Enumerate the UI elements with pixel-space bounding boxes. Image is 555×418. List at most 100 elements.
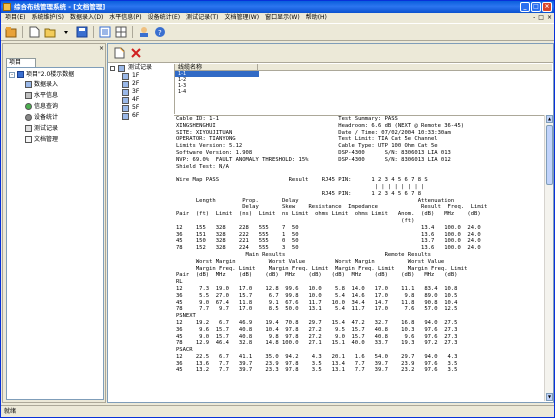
status-bar: 就绪 [1, 405, 554, 417]
document-window: 测试记录 1F 2F 3F 4F 5F 6F 线缆名称 1-1 1-2 1-3 … [107, 43, 554, 403]
maximize-button[interactable]: □ [531, 2, 541, 12]
floor-item[interactable]: 3F [110, 88, 173, 96]
report-line: 45 13.2 7.7 39.7 23.3 97.8 3.5 13.1 7.7 … [176, 367, 458, 374]
report-line: 36 9.6 15.7 40.8 10.4 97.8 27.2 9.5 15.7… [176, 326, 458, 333]
expand-icon[interactable] [110, 65, 115, 71]
list-view-icon[interactable] [98, 25, 112, 39]
report-line: 12 19.2 6.7 46.9 19.4 70.8 29.7 15.4 47.… [176, 319, 458, 326]
report-line: Cable ID: 1-1 Test Summary: PASS [176, 116, 398, 122]
computer-icon [122, 104, 129, 112]
collapse-icon[interactable]: - [9, 71, 15, 78]
report-line: Software Version: 1.908 DSP-4300 S/N: 83… [176, 149, 451, 156]
report-line: 12 22.5 6.7 41.1 35.0 94.2 4.3 20.1 1.6 … [176, 353, 458, 360]
floor-item[interactable]: 4F [110, 96, 173, 104]
report-line: Margin Freq. Limit Margin Freq. Limit Ma… [176, 265, 468, 272]
project-icon[interactable] [4, 25, 18, 39]
save-icon[interactable] [75, 25, 89, 39]
report-line: Pair (dB) MHz (dB) (dB) MHz (dB) (dB) MH… [176, 272, 458, 279]
document-toolbar [108, 44, 553, 63]
report-line: 36 13.6 7.7 39.7 23.9 97.8 3.5 13.4 7.7 … [176, 360, 458, 367]
computer-icon [122, 112, 129, 120]
menu-system[interactable]: 系统维护(S) [28, 13, 67, 23]
minimize-button[interactable]: _ [520, 2, 530, 12]
report-scrollbar[interactable]: ▲ ▼ [544, 115, 553, 401]
menu-equipment[interactable]: 设备统计(E) [145, 13, 183, 23]
open-folder-icon[interactable] [43, 25, 57, 39]
menu-horizontal[interactable]: 水平信息(P) [106, 13, 144, 23]
tab-project[interactable]: 项目 [6, 58, 36, 67]
floor-item[interactable]: 6F [110, 112, 173, 120]
report-line: 12 7.3 19.0 17.0 12.8 99.6 10.0 5.8 14.0… [176, 285, 458, 292]
grid-row[interactable]: 1-4 [175, 89, 552, 95]
tree-item-label: 设备统计 [34, 114, 59, 121]
menu-test-records[interactable]: 测试记录(T) [183, 13, 221, 23]
menu-project[interactable]: 项目(E) [2, 13, 28, 23]
report-line: OPERATOR: TIANYONG Test Limit: TIA Cat 5… [176, 136, 438, 143]
data-entry-icon [25, 81, 32, 88]
menu-documents[interactable]: 文档管理(W) [221, 13, 262, 23]
help-icon[interactable]: ? [153, 25, 167, 39]
report-line: XINGSHENGHUI Headroom: 6.6 dB (NEXT @ Re… [176, 122, 465, 129]
tree-item-documents[interactable]: 文档管理 [25, 135, 58, 144]
report-line: Shield Test: N/A [176, 163, 229, 170]
test-report: Cable ID: 1-1 Test Summary: PASS XINGSHEN… [174, 115, 544, 401]
report-line: PSACR [176, 347, 193, 354]
grid-header[interactable]: 线缆名称 [175, 64, 552, 71]
mdi-close-button[interactable]: × [547, 13, 552, 23]
close-button[interactable]: × [542, 2, 552, 12]
menu-window[interactable]: 窗口显示(W) [262, 13, 303, 23]
list-root[interactable]: 测试记录 [110, 64, 173, 72]
report-line: | | | | | | | | [176, 183, 425, 190]
menu-help[interactable]: 帮助(H) [303, 13, 330, 23]
floor-label: 2F [132, 80, 140, 87]
report-line: Main Results Remote Results [176, 251, 431, 258]
tree-item-equipment[interactable]: 设备统计 [25, 113, 58, 122]
report-line: 78 152 328 224 555 3 50 13.6 100.0 24.0 [176, 245, 481, 252]
floor-item[interactable]: 5F [110, 104, 173, 112]
floor-label: 1F [132, 72, 140, 79]
floor-item[interactable]: 1F [110, 72, 173, 80]
floor-item[interactable]: 2F [110, 80, 173, 88]
record-grid: 线缆名称 1-1 1-2 1-3 1-4 [174, 64, 552, 114]
scroll-thumb[interactable] [546, 125, 553, 185]
query-icon [25, 103, 32, 110]
report-line: Delay Skew Resistance Impedance Result F… [176, 204, 488, 211]
user-icon[interactable] [137, 25, 151, 39]
scroll-up-button[interactable]: ▲ [546, 115, 553, 123]
mdi-minimize-button[interactable]: - [533, 13, 535, 23]
tree-item-data-entry[interactable]: 数据录入 [25, 80, 58, 89]
tree-root[interactable]: - 项目"2.0楼示数据 [9, 70, 74, 79]
computer-icon [122, 80, 129, 88]
computer-icon [118, 64, 125, 72]
scroll-down-button[interactable]: ▼ [546, 393, 553, 401]
panel-close-button[interactable]: × [99, 45, 104, 52]
main-toolbar: ? [1, 23, 554, 41]
new-document-icon[interactable] [112, 46, 126, 60]
project-tree: - 项目"2.0楼示数据 数据录入 水平信息 信息查询 设备统计 测试记录 文档… [6, 67, 104, 400]
report-line: 45 9.0 15.7 40.8 9.8 97.8 27.2 9.0 15.7 … [176, 333, 458, 340]
main-window: 综合布线管理系统 - [文档管理] _ □ × 项目(E) 系统维护(S) 数据… [0, 0, 555, 418]
tree-item-test-records[interactable]: 测试记录 [25, 124, 58, 133]
report-line: RJ45 PIN: 1 2 3 4 5 6 7 8 [176, 190, 422, 197]
tree-item-query[interactable]: 信息查询 [25, 102, 58, 111]
tree-item-label: 水平信息 [34, 92, 59, 99]
tree-item-horizontal[interactable]: 水平信息 [25, 91, 58, 100]
menu-data-entry[interactable]: 数据录入(D) [67, 13, 106, 23]
new-file-icon[interactable] [27, 25, 41, 39]
tree-item-label: 测试记录 [34, 125, 59, 132]
title-bar[interactable]: 综合布线管理系统 - [文档管理] _ □ × [1, 1, 554, 13]
report-line: 45 150 328 221 555 0 50 13.7 100.0 24.0 [176, 238, 481, 245]
report-line: (ft) [176, 217, 415, 224]
project-panel: × 项目 - 项目"2.0楼示数据 数据录入 水平信息 信息查询 设备统计 测试… [2, 43, 106, 403]
mdi-restore-button[interactable]: □ [538, 13, 544, 23]
column-header-cable-name[interactable]: 线缆名称 [178, 64, 258, 71]
report-line: Worst Margin Worst Value Worst Margin Wo… [176, 258, 445, 265]
dropdown-arrow-icon[interactable] [59, 25, 73, 39]
delete-icon[interactable] [129, 46, 143, 60]
tree-root-label: 项目"2.0楼示数据 [26, 71, 75, 78]
gear-icon [25, 114, 32, 121]
grid-view-icon[interactable] [114, 25, 128, 39]
menu-bar: 项目(E) 系统维护(S) 数据录入(D) 水平信息(P) 设备统计(E) 测试… [1, 13, 554, 23]
report-line: Length Prop. Delay Attenuation [176, 197, 455, 204]
report-line: 36 5.5 27.0 15.7 6.7 99.8 10.0 5.4 14.6 … [176, 292, 458, 299]
